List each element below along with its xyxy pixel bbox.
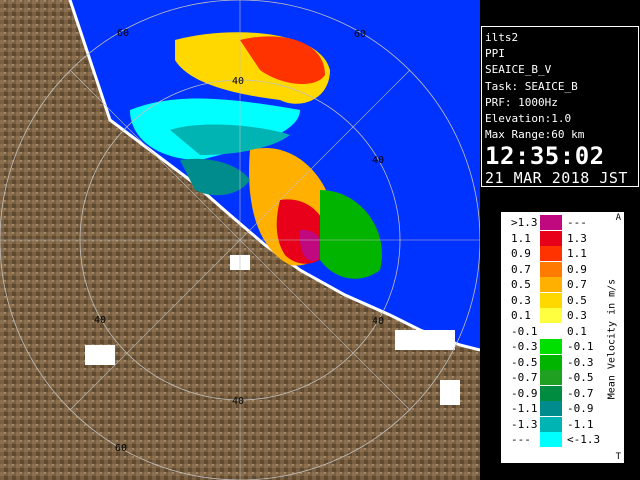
- legend-low-value: 1.1: [511, 231, 531, 245]
- legend-high-value: 0.9: [567, 262, 587, 276]
- legend-color-swatch: [540, 416, 562, 432]
- legend-color-swatch: [540, 370, 562, 385]
- task-name: SEAICE_B_V: [485, 63, 552, 77]
- legend-low-value: ---: [511, 433, 531, 446]
- legend-low-value: -0.3: [511, 340, 538, 353]
- legend-low-value: >1.3: [511, 216, 538, 229]
- range-label: 40: [372, 155, 384, 166]
- legend-high-value: -0.3: [567, 355, 594, 369]
- range-label: 40: [232, 76, 244, 87]
- observation-time: 12:35:02: [485, 142, 605, 171]
- radar-ppi-map[interactable]: 60 40 40 40 40 40 60 60: [0, 0, 480, 480]
- prf: PRF: 1000Hz: [485, 95, 558, 109]
- legend-low-value: -1.3: [511, 417, 538, 431]
- elevation: Elevation:1.0: [485, 111, 572, 125]
- legend-color-swatch: [540, 246, 562, 261]
- legend-high-value: -0.5: [567, 371, 594, 384]
- legend-high-value: <-1.3: [567, 433, 601, 446]
- legend-high-value: -0.1: [567, 340, 594, 353]
- legend-high-value: 0.1: [567, 324, 587, 338]
- legend-high-value: -0.7: [567, 386, 594, 400]
- info-panel: ilts2 PPI SEAICE_B_V Task: SEAICE_B PRF:…: [481, 26, 639, 187]
- task: Task: SEAICE_B: [485, 79, 578, 93]
- legend-high-value: 1.1: [567, 247, 587, 260]
- legend-high-value: 0.7: [567, 278, 587, 291]
- range-label: 60: [117, 28, 129, 39]
- legend-low-value: -1.1: [511, 402, 538, 415]
- legend-high-value: 0.3: [567, 309, 587, 322]
- legend-low-value: 0.9: [511, 247, 531, 260]
- azimuth-lines: [0, 0, 480, 480]
- legend-low-value: 0.5: [511, 278, 531, 291]
- legend-high-value: -0.9: [567, 402, 594, 415]
- legend-high-value: 1.3: [567, 231, 587, 245]
- legend-low-value: 0.7: [511, 262, 531, 276]
- observation-date: 21 MAR 2018 JST: [485, 169, 628, 188]
- legend-color-swatch: [540, 215, 562, 230]
- range-label: 40: [372, 316, 384, 327]
- station-name: ilts2: [485, 31, 519, 44]
- range-label: 60: [115, 443, 127, 454]
- range-label: 40: [94, 315, 106, 326]
- legend-color-swatch: [540, 339, 562, 354]
- legend-low-value: -0.1: [511, 324, 538, 338]
- legend-high-value: 0.5: [567, 293, 587, 307]
- legend-color-swatch: [540, 261, 562, 277]
- velocity-legend: >1.3 --- 1.1 1.3 0.9 1.1 0.7 0.9 0.5 0.7 0.3 0.5 0.1…: [500, 211, 625, 464]
- legend-low-value: 0.3: [511, 293, 531, 307]
- legend-unit: Mean Velocity in m/s: [601, 212, 623, 465]
- max-range: Max Range:60 km: [485, 128, 585, 142]
- legend-low-value: 0.1: [511, 309, 531, 322]
- range-label: 60: [354, 29, 366, 40]
- legend-low-value: -0.7: [511, 371, 538, 384]
- legend-high-value: ---: [567, 216, 587, 229]
- legend-color-swatch: [540, 432, 562, 447]
- legend-color-swatch: [540, 323, 562, 339]
- legend-unit-label: Mean Velocity in m/s: [606, 278, 618, 399]
- legend-color-swatch: [540, 308, 562, 323]
- legend-color-swatch: [540, 354, 562, 370]
- legend-color-swatch: [540, 385, 562, 401]
- legend-color-swatch: [540, 230, 562, 246]
- legend-corner-bottom: T: [615, 452, 621, 462]
- legend-low-value: -0.9: [511, 386, 538, 400]
- legend-low-value: -0.5: [511, 355, 538, 369]
- legend-color-swatch: [540, 401, 562, 416]
- legend-high-value: -1.1: [567, 417, 594, 431]
- legend-color-swatch: [540, 277, 562, 292]
- product-type: PPI: [485, 47, 505, 61]
- legend-color-swatch: [540, 292, 562, 308]
- legend-corner-top: A: [615, 213, 621, 223]
- range-label: 40: [232, 396, 244, 407]
